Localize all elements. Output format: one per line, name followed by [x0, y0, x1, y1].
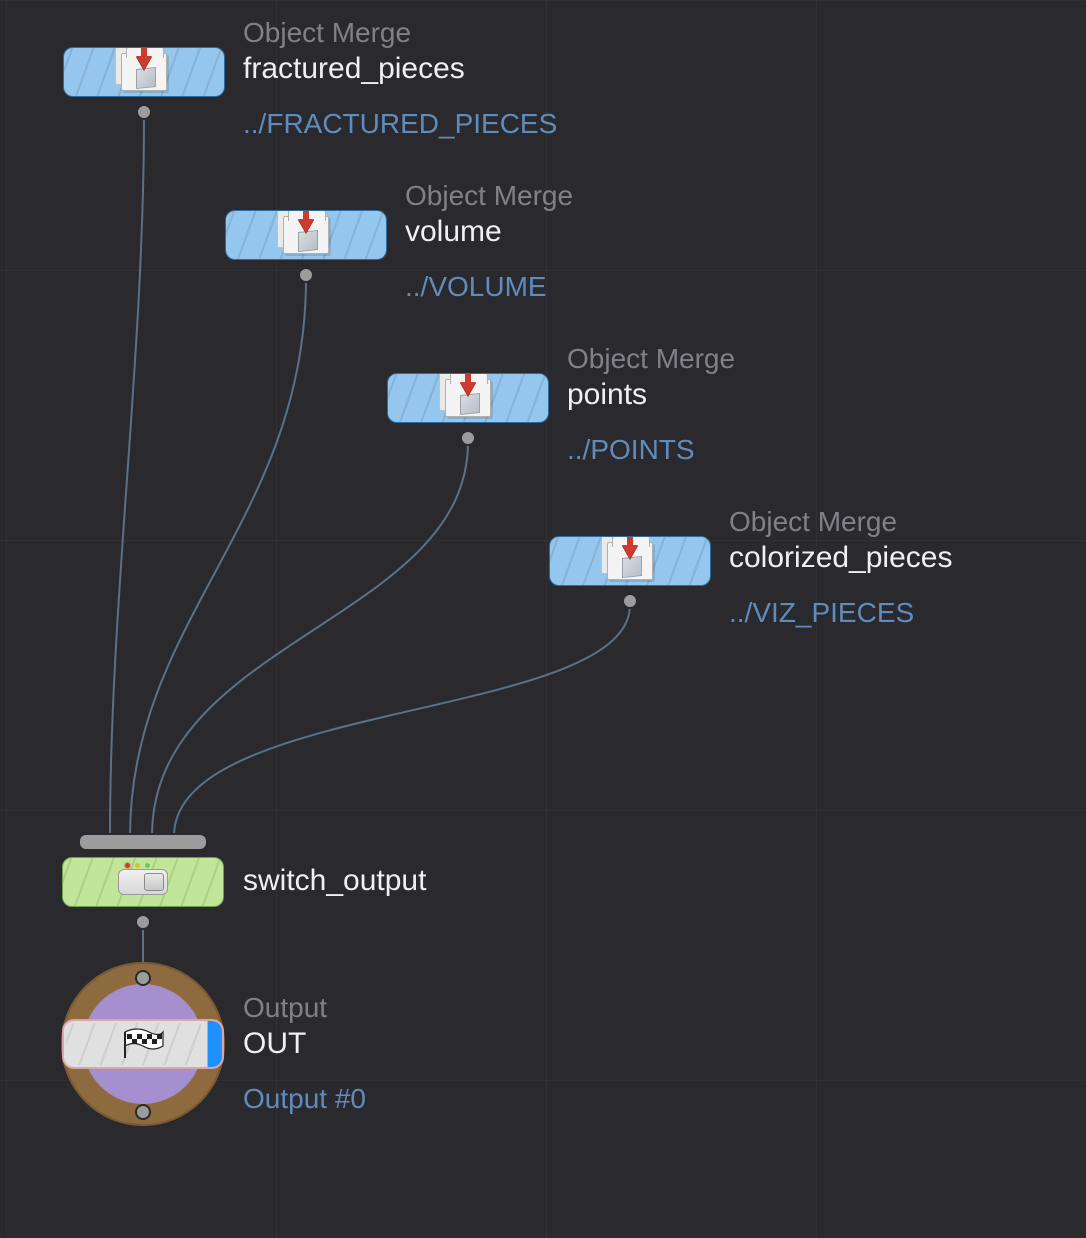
node-name-label: points: [567, 378, 647, 412]
node-colorized-pieces[interactable]: [549, 536, 711, 586]
node-name-label: switch_output: [243, 864, 426, 898]
node-name-label: fractured_pieces: [243, 52, 465, 86]
node-out-input-port[interactable]: [135, 970, 151, 986]
node-name-label: OUT: [243, 1027, 306, 1061]
node-colorized-output-port[interactable]: [622, 593, 638, 609]
node-path-label: ../FRACTURED_PIECES: [243, 108, 557, 140]
object-merge-icon: [283, 216, 329, 254]
node-volume[interactable]: [225, 210, 387, 260]
object-merge-icon: [121, 53, 167, 91]
object-merge-icon: [607, 542, 653, 580]
node-fractured-pieces[interactable]: [63, 47, 225, 97]
node-type-label: Output: [243, 992, 327, 1024]
object-merge-icon: [445, 379, 491, 417]
node-path-label: ../POINTS: [567, 434, 695, 466]
node-fractured-output-port[interactable]: [136, 104, 152, 120]
switch-icon: [118, 869, 168, 895]
node-out-output-port[interactable]: [135, 1104, 151, 1120]
node-type-label: Object Merge: [243, 17, 411, 49]
display-flag-indicator[interactable]: [207, 1021, 222, 1067]
node-name-label: volume: [405, 215, 502, 249]
node-switch-output[interactable]: [62, 857, 224, 907]
node-type-label: Object Merge: [729, 506, 897, 538]
node-path-label: ../VOLUME: [405, 271, 547, 303]
node-type-label: Object Merge: [567, 343, 735, 375]
flag-icon: [119, 1028, 167, 1060]
node-type-label: Object Merge: [405, 180, 573, 212]
node-out[interactable]: [62, 1019, 224, 1069]
node-path-label: ../VIZ_PIECES: [729, 597, 914, 629]
node-points-output-port[interactable]: [460, 430, 476, 446]
node-volume-output-port[interactable]: [298, 267, 314, 283]
node-name-label: colorized_pieces: [729, 541, 952, 575]
node-switch-multi-input-port[interactable]: [78, 833, 208, 851]
node-path-label: Output #0: [243, 1083, 366, 1115]
node-switch-output-port[interactable]: [135, 914, 151, 930]
node-points[interactable]: [387, 373, 549, 423]
